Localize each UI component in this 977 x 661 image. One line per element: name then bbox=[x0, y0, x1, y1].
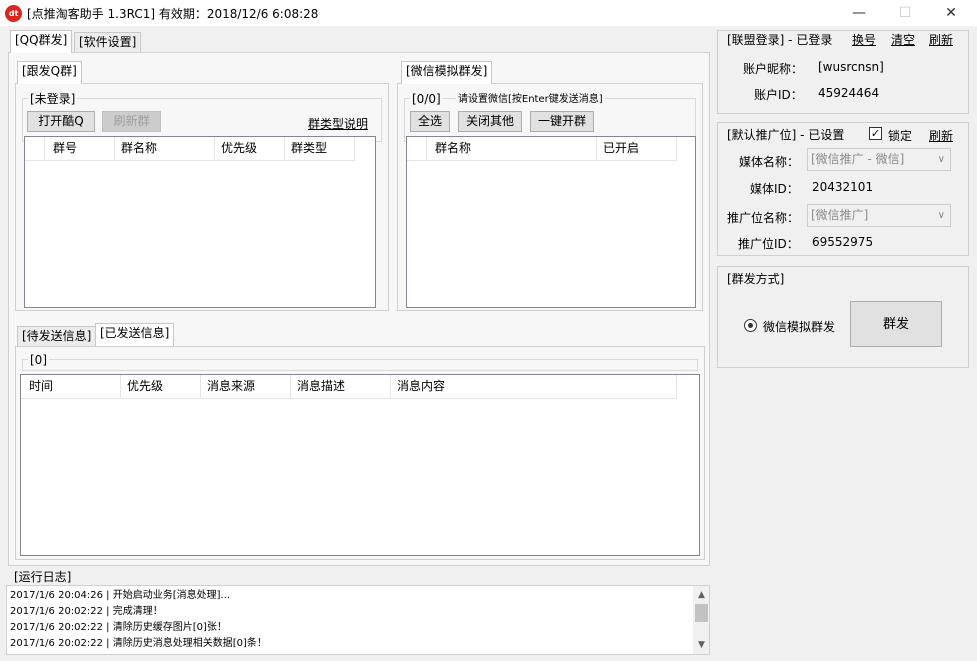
qq-group-list-header: 群号 群名称 优先级 群类型 bbox=[25, 137, 355, 161]
tab-qq-send[interactable]: [QQ群发] bbox=[10, 30, 73, 53]
tab-sent-messages[interactable]: [已发送信息] bbox=[95, 323, 175, 346]
message-count-group bbox=[22, 359, 698, 371]
alliance-status: [联盟登录] - 已登录 bbox=[727, 33, 833, 47]
clear-account-link[interactable]: 清空 bbox=[891, 31, 915, 48]
refresh-account-link[interactable]: 刷新 bbox=[929, 31, 953, 48]
slot-name-value: [微信推广] bbox=[811, 208, 869, 222]
nickname-value: [wusrcnsn] bbox=[818, 60, 884, 74]
log-line: 2017/1/6 20:02:22 | 清除历史缓存图片[0]张！ bbox=[10, 622, 227, 633]
select-all-button[interactable]: 全选 bbox=[410, 111, 450, 132]
window-title: [点推淘客助手 1.3RC1] 有效期：2018/12/6 6:08:28 bbox=[27, 7, 319, 21]
open-coolq-button[interactable]: 打开酷Q bbox=[27, 111, 95, 132]
run-log-title: [运行日志] bbox=[12, 570, 74, 584]
run-log[interactable]: 2017/1/6 20:04:26 | 开始启动业务[消息处理]... 2017… bbox=[6, 585, 710, 655]
column-time[interactable]: 时间 bbox=[21, 375, 121, 399]
app-window: dt [点推淘客助手 1.3RC1] 有效期：2018/12/6 6:08:28… bbox=[0, 0, 977, 661]
close-button[interactable]: ✕ bbox=[928, 0, 974, 26]
column-message-content[interactable]: 消息内容 bbox=[391, 375, 677, 399]
message-list-header: 时间 优先级 消息来源 消息描述 消息内容 bbox=[21, 375, 677, 399]
lock-label: 锁定 bbox=[888, 129, 913, 143]
open-all-groups-button[interactable]: 一键开群 bbox=[530, 111, 594, 132]
group-type-help-link[interactable]: 群类型说明 bbox=[308, 115, 368, 132]
login-status-title: [未登录] bbox=[28, 92, 78, 106]
media-id-value: 20432101 bbox=[812, 180, 874, 194]
wechat-group-list-header: 群名称 已开启 bbox=[407, 137, 677, 161]
message-panel: [0] 时间 优先级 消息来源 消息描述 消息内容 bbox=[15, 346, 705, 560]
promo-status: [默认推广位] - 已设置 bbox=[727, 128, 845, 142]
account-id-value: 45924464 bbox=[818, 86, 880, 100]
send-mode-panel: [群发方式] 微信模拟群发 群发 bbox=[717, 266, 969, 368]
refresh-promo-link[interactable]: 刷新 bbox=[929, 127, 953, 144]
lock-checkbox[interactable]: ✓ bbox=[869, 127, 882, 140]
refresh-group-button: 刷新群 bbox=[102, 111, 161, 132]
wechat-hint: 请设置微信[按Enter键发送消息] bbox=[456, 93, 605, 107]
qq-group-list[interactable]: 群号 群名称 优先级 群类型 bbox=[24, 136, 376, 308]
scroll-thumb[interactable] bbox=[695, 604, 708, 622]
slot-id-value: 69552975 bbox=[812, 235, 874, 249]
scroll-up-icon[interactable]: ▲ bbox=[693, 588, 709, 602]
wechat-panel: [0/0] 请设置微信[按Enter键发送消息] 全选 关闭其他 一键开群 群名… bbox=[397, 83, 703, 311]
qq-send-page: [跟发Q群] [未登录] 打开酷Q 刷新群 群类型说明 群号 群名称 优先级 群… bbox=[8, 52, 710, 566]
media-name-select: [微信推广 - 微信] ∨ bbox=[807, 148, 951, 171]
column-priority[interactable]: 优先级 bbox=[215, 137, 285, 161]
column-message-description[interactable]: 消息描述 bbox=[291, 375, 391, 399]
wechat-count: [0/0] bbox=[410, 92, 443, 106]
slot-id-label: 推广位ID： bbox=[738, 237, 799, 251]
title-bar[interactable]: dt [点推淘客助手 1.3RC1] 有效期：2018/12/6 6:08:28… bbox=[0, 0, 977, 26]
tab-wechat-send[interactable]: [微信模拟群发] bbox=[401, 61, 493, 84]
alliance-login-panel: [联盟登录] - 已登录 换号 清空 刷新 账户昵称： [wusrcnsn] 账… bbox=[717, 30, 969, 114]
slot-name-label: 推广位名称： bbox=[727, 211, 800, 225]
media-name-label: 媒体名称： bbox=[739, 155, 800, 169]
tab-software-settings[interactable]: [软件设置] bbox=[74, 32, 142, 53]
maximize-button: ☐ bbox=[898, 5, 912, 21]
message-list[interactable]: 时间 优先级 消息来源 消息描述 消息内容 bbox=[20, 374, 700, 556]
tab-pending-messages[interactable]: [待发送信息] bbox=[17, 326, 97, 347]
scroll-down-icon[interactable]: ▼ bbox=[693, 638, 709, 652]
log-line: 2017/1/6 20:04:26 | 开始启动业务[消息处理]... bbox=[10, 590, 231, 601]
chevron-down-icon: ∨ bbox=[937, 154, 945, 165]
column-group-name[interactable]: 群名称 bbox=[115, 137, 215, 161]
close-others-button[interactable]: 关闭其他 bbox=[458, 111, 522, 132]
slot-name-select: [微信推广] ∨ bbox=[807, 204, 951, 227]
wechat-send-radio[interactable] bbox=[744, 319, 757, 332]
log-scrollbar[interactable]: ▲ ▼ bbox=[693, 586, 709, 654]
chevron-down-icon: ∨ bbox=[937, 210, 945, 221]
send-button[interactable]: 群发 bbox=[850, 301, 942, 347]
column-message-priority[interactable]: 优先级 bbox=[121, 375, 201, 399]
log-line: 2017/1/6 20:02:22 | 清除历史消息处理相关数据[0]条！ bbox=[10, 638, 267, 649]
column-enabled[interactable]: 已开启 bbox=[597, 137, 677, 161]
column-wechat-group-name[interactable]: 群名称 bbox=[427, 137, 597, 161]
switch-account-link[interactable]: 换号 bbox=[852, 31, 876, 48]
account-id-label: 账户ID： bbox=[754, 88, 803, 102]
wechat-send-radio-label[interactable]: 微信模拟群发 bbox=[763, 318, 835, 335]
minimize-button[interactable]: — bbox=[836, 0, 882, 26]
checkbox-column-header[interactable] bbox=[25, 137, 45, 161]
media-name-value: [微信推广 - 微信] bbox=[811, 152, 905, 166]
qq-group-panel: [未登录] 打开酷Q 刷新群 群类型说明 群号 群名称 优先级 群类型 bbox=[15, 83, 389, 311]
column-group-number[interactable]: 群号 bbox=[45, 137, 115, 161]
app-logo-icon: dt bbox=[5, 5, 22, 22]
send-mode-title: [群发方式] bbox=[727, 272, 785, 286]
column-group-type[interactable]: 群类型 bbox=[285, 137, 355, 161]
media-id-label: 媒体ID： bbox=[750, 182, 799, 196]
log-line: 2017/1/6 20:02:22 | 完成清理！ bbox=[10, 606, 163, 617]
promo-slot-panel: [默认推广位] - 已设置 ✓ 锁定 刷新 媒体名称： [微信推广 - 微信] … bbox=[717, 122, 969, 256]
nickname-label: 账户昵称： bbox=[743, 62, 804, 76]
column-message-source[interactable]: 消息来源 bbox=[201, 375, 291, 399]
tab-follow-qq-group[interactable]: [跟发Q群] bbox=[17, 61, 82, 84]
wechat-group-list[interactable]: 群名称 已开启 bbox=[406, 136, 696, 308]
message-count: [0] bbox=[28, 353, 49, 367]
checkbox-column-header[interactable] bbox=[407, 137, 427, 161]
